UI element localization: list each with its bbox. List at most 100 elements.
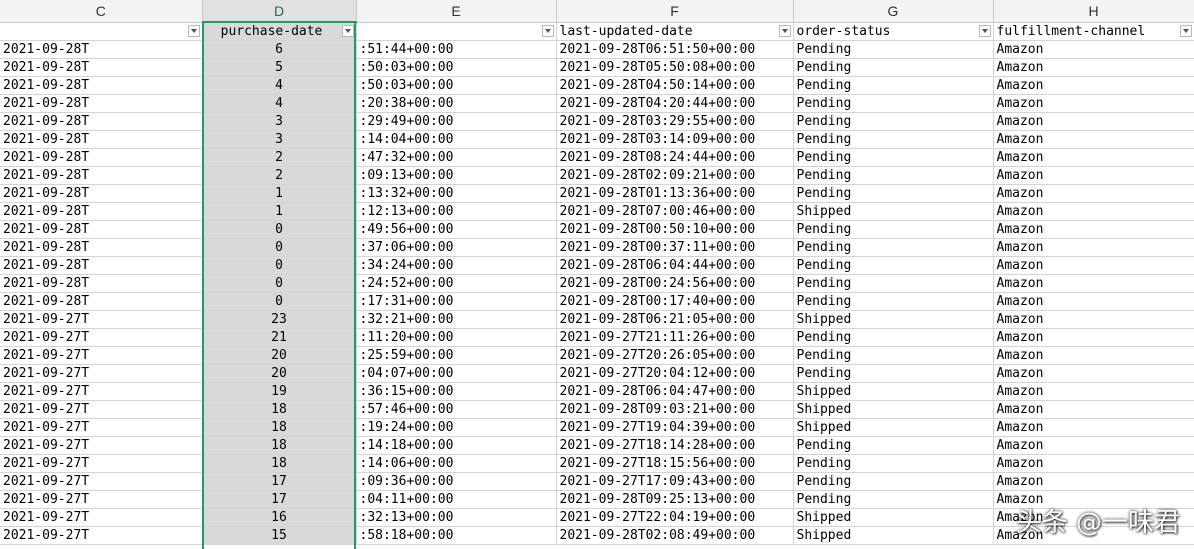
cell-c[interactable]: 2021-09-28T (0, 238, 203, 257)
cell-f[interactable]: 2021-09-27T21:11:26+00:00 (556, 328, 794, 347)
cell-c[interactable]: 2021-09-28T (0, 40, 203, 59)
cell-h[interactable]: Amazon (993, 94, 1194, 113)
cell-g[interactable]: Pending (793, 346, 994, 365)
cell-h[interactable]: Amazon (993, 238, 1194, 257)
cell-d[interactable]: 0 (202, 256, 357, 275)
cell-d[interactable]: 4 (202, 76, 357, 95)
cell-d[interactable]: 18 (202, 436, 357, 455)
cell-f[interactable]: 2021-09-28T00:17:40+00:00 (556, 292, 794, 311)
cell-d[interactable]: 18 (202, 418, 357, 437)
cell-h[interactable]: Amazon (993, 508, 1194, 527)
cell-h[interactable]: Amazon (993, 292, 1194, 311)
cell-f[interactable]: 2021-09-28T06:04:44+00:00 (556, 256, 794, 275)
filter-dropdown-icon[interactable] (187, 24, 200, 37)
cell-g[interactable]: Pending (793, 148, 994, 167)
cell-h[interactable]: Amazon (993, 310, 1194, 329)
cell-f[interactable]: 2021-09-27T18:14:28+00:00 (556, 436, 794, 455)
column-header-g[interactable]: G (793, 0, 994, 23)
cell-e[interactable]: :14:04+00:00 (356, 130, 557, 149)
cell-c[interactable]: 2021-09-28T (0, 148, 203, 167)
cell-h[interactable]: Amazon (993, 454, 1194, 473)
cell-d[interactable]: 19 (202, 382, 357, 401)
cell-c[interactable]: 2021-09-28T (0, 166, 203, 185)
cell-e[interactable]: :47:32+00:00 (356, 148, 557, 167)
column-header-d[interactable]: D (202, 0, 357, 23)
cell-h[interactable]: Amazon (993, 418, 1194, 437)
cell-g[interactable]: Pending (793, 94, 994, 113)
cell-f[interactable]: 2021-09-28T03:29:55+00:00 (556, 112, 794, 131)
cell-e[interactable]: :12:13+00:00 (356, 202, 557, 221)
cell-f[interactable]: 2021-09-28T04:50:14+00:00 (556, 76, 794, 95)
cell-d[interactable]: 23 (202, 310, 357, 329)
cell-h[interactable]: Amazon (993, 112, 1194, 131)
cell-d[interactable]: 3 (202, 112, 357, 131)
cell-d[interactable]: 4 (202, 94, 357, 113)
cell-c[interactable]: 2021-09-27T (0, 508, 203, 527)
cell-g[interactable]: Pending (793, 274, 994, 293)
cell-f[interactable]: 2021-09-28T03:14:09+00:00 (556, 130, 794, 149)
cell-e[interactable]: :36:15+00:00 (356, 382, 557, 401)
cell-c[interactable]: 2021-09-28T (0, 184, 203, 203)
cell-h[interactable]: Amazon (993, 472, 1194, 491)
cell-f[interactable]: 2021-09-27T19:04:39+00:00 (556, 418, 794, 437)
cell-d[interactable]: 0 (202, 220, 357, 239)
cell-c[interactable]: 2021-09-28T (0, 220, 203, 239)
cell-c[interactable]: 2021-09-28T (0, 112, 203, 131)
cell-f[interactable]: 2021-09-27T20:04:12+00:00 (556, 364, 794, 383)
cell-g[interactable]: Pending (793, 184, 994, 203)
cell-c[interactable]: 2021-09-27T (0, 382, 203, 401)
cell-d[interactable]: 1 (202, 202, 357, 221)
cell-e[interactable]: :57:46+00:00 (356, 400, 557, 419)
cell-h[interactable]: Amazon (993, 40, 1194, 59)
cell-c[interactable]: 2021-09-28T (0, 292, 203, 311)
cell-f[interactable]: 2021-09-28T00:24:56+00:00 (556, 274, 794, 293)
cell-g[interactable]: Pending (793, 40, 994, 59)
cell-c[interactable]: 2021-09-27T (0, 472, 203, 491)
cell-g[interactable]: Pending (793, 130, 994, 149)
cell-g[interactable]: Shipped (793, 418, 994, 437)
cell-d[interactable]: 5 (202, 58, 357, 77)
header-cell-c[interactable] (0, 22, 203, 41)
cell-d[interactable]: 15 (202, 526, 357, 545)
header-cell-h[interactable]: fulfillment-channel (993, 22, 1194, 41)
filter-dropdown-icon[interactable] (1179, 24, 1192, 37)
cell-g[interactable]: Pending (793, 220, 994, 239)
cell-h[interactable]: Amazon (993, 76, 1194, 95)
cell-g[interactable]: Pending (793, 166, 994, 185)
cell-h[interactable]: Amazon (993, 436, 1194, 455)
cell-c[interactable]: 2021-09-28T (0, 58, 203, 77)
column-header-h[interactable]: H (993, 0, 1194, 23)
cell-h[interactable]: Amazon (993, 58, 1194, 77)
cell-f[interactable]: 2021-09-28T05:50:08+00:00 (556, 58, 794, 77)
cell-c[interactable]: 2021-09-28T (0, 76, 203, 95)
cell-e[interactable]: :49:56+00:00 (356, 220, 557, 239)
cell-g[interactable]: Pending (793, 292, 994, 311)
cell-h[interactable]: Amazon (993, 274, 1194, 293)
cell-d[interactable]: 6 (202, 40, 357, 59)
cell-c[interactable]: 2021-09-27T (0, 418, 203, 437)
cell-g[interactable]: Shipped (793, 508, 994, 527)
cell-c[interactable]: 2021-09-28T (0, 274, 203, 293)
header-cell-g[interactable]: order-status (793, 22, 994, 41)
cell-f[interactable]: 2021-09-28T02:09:21+00:00 (556, 166, 794, 185)
cell-h[interactable]: Amazon (993, 220, 1194, 239)
cell-e[interactable]: :09:36+00:00 (356, 472, 557, 491)
cell-h[interactable]: Amazon (993, 184, 1194, 203)
cell-e[interactable]: :50:03+00:00 (356, 76, 557, 95)
cell-c[interactable]: 2021-09-27T (0, 310, 203, 329)
cell-g[interactable]: Pending (793, 58, 994, 77)
cell-d[interactable]: 18 (202, 400, 357, 419)
filter-dropdown-icon[interactable] (341, 25, 354, 37)
column-header-e[interactable]: E (356, 0, 557, 23)
header-cell-d[interactable]: purchase-date (202, 22, 357, 41)
cell-e[interactable]: :14:18+00:00 (356, 436, 557, 455)
cell-c[interactable]: 2021-09-27T (0, 400, 203, 419)
cell-d[interactable]: 16 (202, 508, 357, 527)
cell-h[interactable]: Amazon (993, 400, 1194, 419)
cell-c[interactable]: 2021-09-27T (0, 526, 203, 545)
cell-h[interactable]: Amazon (993, 202, 1194, 221)
cell-c[interactable]: 2021-09-27T (0, 328, 203, 347)
cell-g[interactable]: Pending (793, 364, 994, 383)
cell-c[interactable]: 2021-09-28T (0, 94, 203, 113)
cell-g[interactable]: Shipped (793, 202, 994, 221)
